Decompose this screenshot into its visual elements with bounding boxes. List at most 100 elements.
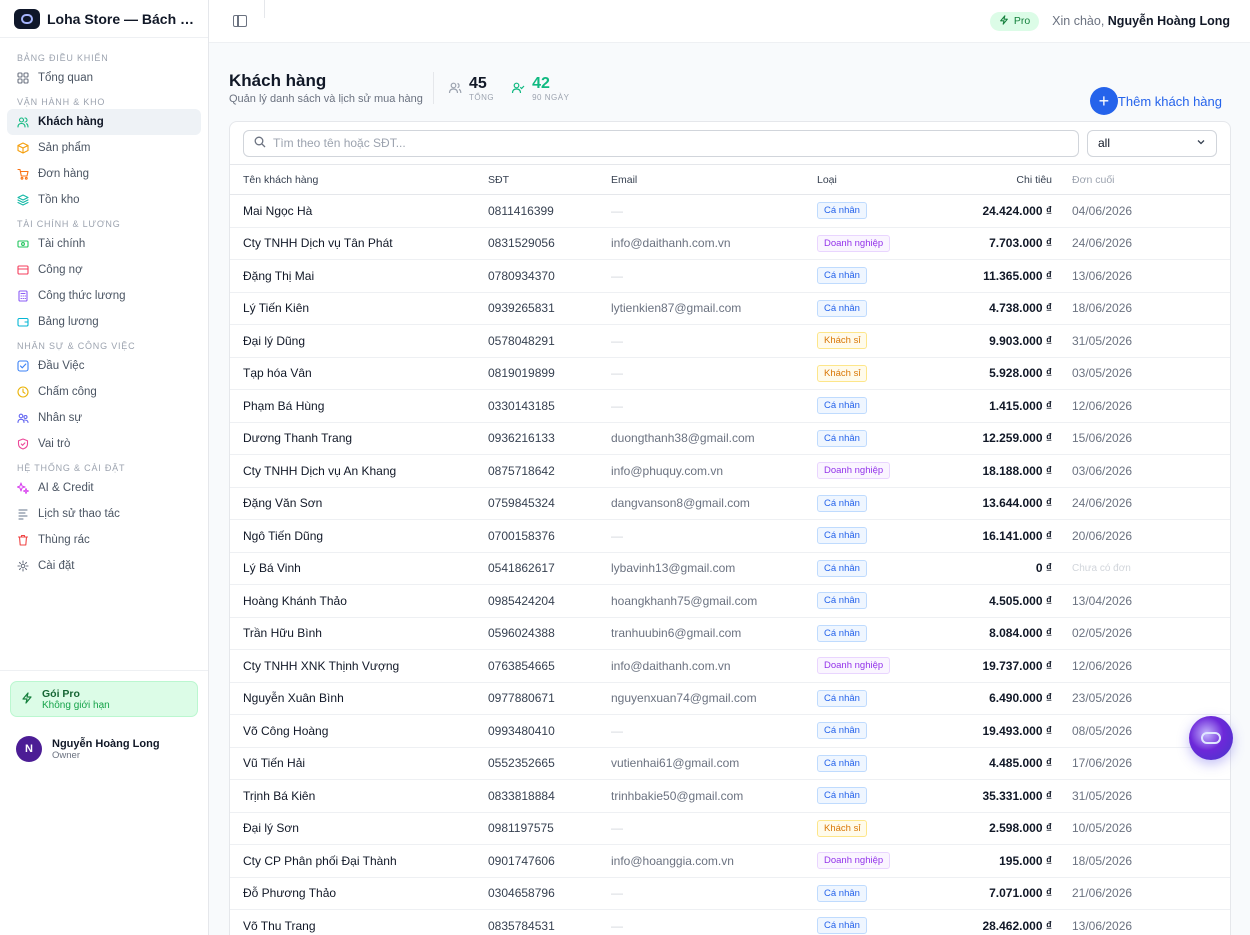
column-header-type[interactable]: Loại	[817, 164, 925, 195]
cash-icon	[17, 238, 29, 250]
customer-phone: 0780934370	[488, 259, 611, 293]
table-row[interactable]: Vũ Tiến Hải 0552352665 vutienhai61@gmail.c…	[230, 747, 1230, 780]
sidebar-item[interactable]: Công thức lương	[7, 283, 201, 309]
type-badge: Cá nhân	[817, 494, 867, 512]
sidebar-item[interactable]: Sản phẩm	[7, 135, 201, 161]
type-filter-select[interactable]: all	[1087, 129, 1217, 157]
customer-type: Doanh nghiệp	[817, 454, 925, 488]
ai-assistant-button[interactable]	[1189, 716, 1233, 760]
customer-name: Ngô Tiến Dũng	[230, 519, 488, 553]
sidebar-item-label: Cài đặt	[38, 560, 75, 572]
customer-phone: 0578048291	[488, 324, 611, 358]
sidebar-toggle-icon[interactable]	[233, 15, 247, 27]
sidebar-item[interactable]: Khách hàng	[7, 109, 201, 135]
customer-type: Doanh nghiệp	[817, 844, 925, 878]
customer-email-empty: —	[611, 714, 817, 748]
sidebar-item[interactable]: Tổng quan	[7, 65, 201, 91]
type-filter-value: all	[1098, 136, 1111, 150]
customer-type: Cá nhân	[817, 259, 925, 293]
customer-last-order: 03/06/2026	[1072, 454, 1230, 488]
table-row[interactable]: Đại lý Sơn 0981197575— Khách sỉ 2.598.000 ₫…	[230, 812, 1230, 845]
sidebar-item[interactable]: Công nợ	[7, 257, 201, 283]
sidebar-item[interactable]: Đầu Việc	[7, 353, 201, 379]
customer-name: Đặng Văn Sơn	[230, 487, 488, 520]
column-header-name[interactable]: Tên khách hàng	[230, 164, 488, 195]
sidebar-item[interactable]: Tồn kho	[7, 187, 201, 213]
sidebar-item[interactable]: Tài chính	[7, 231, 201, 257]
table-row[interactable]: Mai Ngọc Hà 0811416399— Cá nhân 24.424.000 …	[230, 194, 1230, 228]
table-row[interactable]: Lý Bá Vinh 0541862617 lybavinh13@gmail.com…	[230, 552, 1230, 585]
customer-name: Lý Tiến Kiên	[230, 292, 488, 325]
table-row[interactable]: Trịnh Bá Kiên 0833818884 trinhbakie50@gmai…	[230, 779, 1230, 813]
sidebar-item[interactable]: Lịch sử thao tác	[7, 501, 201, 527]
sidebar-item[interactable]: AI & Credit	[7, 475, 201, 501]
stat-total-label: Tổng	[469, 92, 495, 102]
sidebar-item[interactable]: Nhân sự	[7, 405, 201, 431]
customer-name: Võ Công Hoàng	[230, 714, 488, 748]
table-row[interactable]: Cty TNHH XNK Thịnh Vượng 0763854665 info@d…	[230, 649, 1230, 683]
customer-phone: 0819019899	[488, 357, 611, 390]
customer-phone: 0939265831	[488, 292, 611, 325]
pro-badge-label: Pro	[1013, 15, 1031, 27]
pro-badge: Pro	[989, 11, 1040, 31]
customer-type: Cá nhân	[817, 714, 925, 748]
greeting-prefix: Xin chào,	[1052, 14, 1105, 28]
customer-last-order: 31/05/2026	[1072, 779, 1230, 813]
customer-last-order: 20/06/2026	[1072, 519, 1230, 553]
sidebar-item-label: Nhân sự	[38, 412, 83, 424]
column-header-email[interactable]: Email	[611, 164, 817, 195]
customer-phone: 0552352665	[488, 747, 611, 780]
customer-spend: 6.490.000 ₫	[925, 682, 1072, 715]
plan-card[interactable]: Gói Pro Không giới hạn	[10, 681, 198, 717]
search-input[interactable]	[273, 136, 1053, 150]
sidebar-item[interactable]: Vai trò	[7, 431, 201, 457]
table-row[interactable]: Đỗ Phương Thảo 0304658796— Cá nhân 7.071.00…	[230, 877, 1230, 910]
add-customer-button[interactable]: + Thêm khách hàng	[1089, 87, 1222, 115]
table-row[interactable]: Đặng Văn Sơn 0759845324 dangvanson8@gmail.…	[230, 487, 1230, 520]
search-box[interactable]	[243, 129, 1079, 157]
table-row[interactable]: Dương Thanh Trang 0936216133 duongthanh38@…	[230, 422, 1230, 455]
customer-spend: 8.084.000 ₫	[925, 617, 1072, 650]
customer-spend: 19.493.000 ₫	[925, 714, 1072, 748]
user-card[interactable]: N Nguyễn Hoàng Long Owner	[10, 736, 198, 762]
sidebar-item[interactable]: Đơn hàng	[7, 161, 201, 187]
column-header-spend[interactable]: Chi tiêu	[925, 164, 1072, 195]
type-badge: Cá nhân	[817, 397, 867, 415]
table-row[interactable]: Cty CP Phân phối Đại Thành 0901747606 info…	[230, 844, 1230, 878]
table-row[interactable]: Ngô Tiến Dũng 0700158376— Cá nhân 16.141.00…	[230, 519, 1230, 553]
sidebar-item[interactable]: Bảng lương	[7, 309, 201, 335]
customer-last-order: 12/06/2026	[1072, 389, 1230, 423]
customer-spend: 4.505.000 ₫	[925, 584, 1072, 618]
table-row[interactable]: Hoàng Khánh Thảo 0985424204 hoangkhanh75@g…	[230, 584, 1230, 618]
type-badge: Doanh nghiệp	[817, 462, 891, 480]
table-row[interactable]: Võ Thu Trang 0835784531— Cá nhân 28.462.000…	[230, 909, 1230, 935]
brand[interactable]: Loha Store — Bách hóa ...	[0, 0, 208, 38]
customer-phone: 0330143185	[488, 389, 611, 423]
table-row[interactable]: Cty TNHH Dịch vụ An Khang 0875718642 info@…	[230, 454, 1230, 488]
sidebar-item-label: Đầu Việc	[38, 360, 85, 372]
type-badge: Doanh nghiệp	[817, 657, 891, 675]
column-header-last-order[interactable]: Đơn cuối	[1072, 164, 1230, 195]
customer-spend: 2.598.000 ₫	[925, 812, 1072, 845]
sidebar-item[interactable]: Cài đặt	[7, 553, 201, 579]
sidebar-item-label: Khách hàng	[38, 116, 104, 128]
customer-spend: 4.738.000 ₫	[925, 292, 1072, 325]
table-row[interactable]: Lý Tiến Kiên 0939265831 lytienkien87@gmail…	[230, 292, 1230, 325]
table-row[interactable]: Nguyễn Xuân Bình 0977880671 nguyenxuan74@g…	[230, 682, 1230, 715]
table-row[interactable]: Tạp hóa Vân 0819019899— Khách sỉ 5.928.000 …	[230, 357, 1230, 390]
customer-email: trinhbakie50@gmail.com	[611, 779, 817, 813]
user-name: Nguyễn Hoàng Long	[52, 737, 160, 750]
table-row[interactable]: Đặng Thị Mai 0780934370— Cá nhân 11.365.000…	[230, 259, 1230, 293]
table-row[interactable]: Cty TNHH Dịch vụ Tân Phát 0831529056 info@…	[230, 227, 1230, 260]
customer-last-order: 12/06/2026	[1072, 649, 1230, 683]
sidebar-item[interactable]: Thùng rác	[7, 527, 201, 553]
column-header-phone[interactable]: SĐT	[488, 164, 611, 195]
bolt-icon	[21, 691, 33, 707]
sidebar-item[interactable]: Chấm công	[7, 379, 201, 405]
table-row[interactable]: Võ Công Hoàng 0993480410— Cá nhân 19.493.00…	[230, 714, 1230, 748]
table-row[interactable]: Trần Hữu Bình 0596024388 tranhuubin6@gmail…	[230, 617, 1230, 650]
table-row[interactable]: Đại lý Dũng 0578048291— Khách sỉ 9.903.000 …	[230, 324, 1230, 358]
stat-total-value: 45	[469, 74, 487, 92]
customers-card: all Tên khách hàng SĐT Email	[229, 121, 1231, 935]
table-row[interactable]: Phạm Bá Hùng 0330143185— Cá nhân 1.415.000 …	[230, 389, 1230, 423]
